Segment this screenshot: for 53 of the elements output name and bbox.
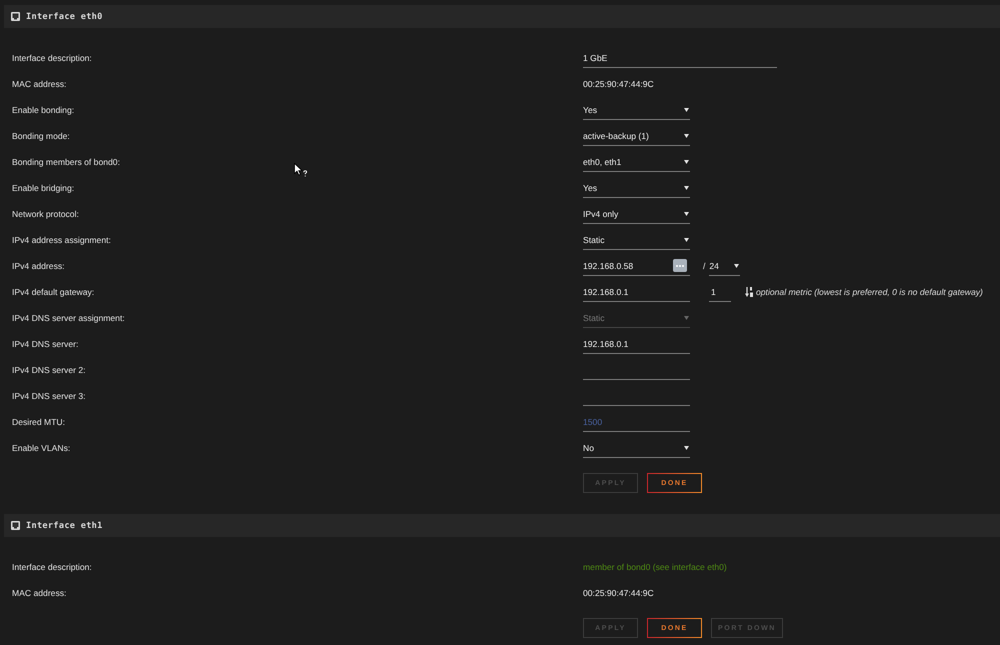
text-input[interactable]: 192.168.0.1: [583, 282, 690, 302]
field-label: Interface description:: [12, 53, 92, 63]
field-label: IPv4 default gateway:: [12, 287, 94, 297]
field-label: Bonding members of bond0:: [12, 157, 120, 167]
field-label: IPv4 DNS server:: [12, 339, 78, 349]
dropdown[interactable]: active-backup (1): [583, 126, 690, 146]
dropdown[interactable]: Static: [583, 230, 690, 250]
dropdown[interactable]: 24: [709, 256, 740, 276]
caret-icon: [684, 186, 689, 190]
field-label: Bonding mode:: [12, 131, 70, 141]
dropdown[interactable]: Yes: [583, 100, 690, 120]
caret-icon: [684, 316, 689, 320]
field-label: Desired MTU:: [12, 417, 66, 427]
field-label: MAC address:: [12, 588, 66, 598]
dropdown[interactable]: IPv4 only: [583, 204, 690, 224]
field-label: Network protocol:: [12, 209, 79, 219]
dropdown[interactable]: No: [583, 438, 690, 458]
caret-icon: [684, 134, 689, 138]
section-title: Interface eth1: [26, 520, 103, 530]
caret-icon: [684, 446, 689, 450]
ip-address-field[interactable]: 192.168.0.58: [583, 256, 690, 276]
separator-text: /: [703, 261, 706, 271]
field-label: Enable bridging:: [12, 183, 74, 193]
metric-input[interactable]: 1: [709, 282, 731, 302]
field-label: Interface description:: [12, 562, 92, 572]
ethernet-port-icon: [11, 521, 20, 530]
help-cursor-icon: [294, 163, 308, 178]
field-label: IPv4 address:: [12, 261, 65, 271]
text-input[interactable]: 192.168.0.1: [583, 334, 690, 354]
sort-icon: [745, 287, 753, 297]
field-label: IPv4 DNS server 2:: [12, 365, 86, 375]
field-label: Enable bonding:: [12, 105, 74, 115]
field-label: MAC address:: [12, 79, 66, 89]
hint-text: optional metric (lowest is preferred, 0 is no default gateway): [756, 287, 983, 297]
text-input[interactable]: 1 GbE: [583, 48, 777, 68]
field-label: IPv4 address assignment:: [12, 235, 111, 245]
field-value: 00:25:90:47:44:9C: [583, 588, 654, 598]
text-input[interactable]: 1500: [583, 412, 690, 432]
dropdown[interactable]: Yes: [583, 178, 690, 198]
field-value: 00:25:90:47:44:9C: [583, 79, 654, 89]
field-label: Enable VLANs:: [12, 443, 70, 453]
caret-icon: [684, 160, 689, 164]
status-note: member of bond0 (see interface eth0): [583, 562, 727, 572]
ethernet-port-icon: [11, 12, 20, 21]
section-title: Interface eth0: [26, 12, 103, 22]
caret-icon: [684, 238, 689, 242]
caret-icon: [684, 108, 689, 112]
caret-icon: [734, 264, 740, 268]
more-button[interactable]: [673, 259, 687, 272]
caret-icon: [684, 212, 689, 216]
field-label: IPv4 DNS server assignment:: [12, 313, 125, 323]
field-label: IPv4 DNS server 3:: [12, 391, 86, 401]
dropdown[interactable]: eth0, eth1: [583, 152, 690, 172]
